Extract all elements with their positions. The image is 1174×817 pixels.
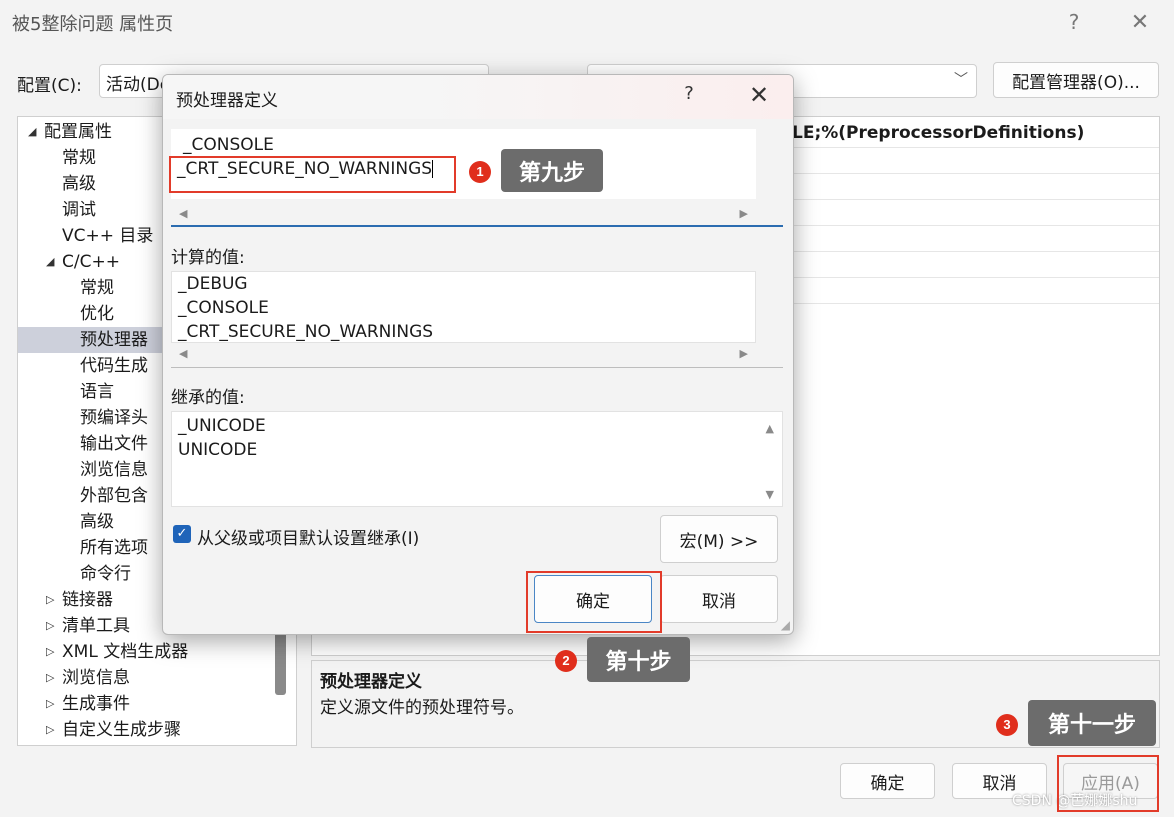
tree-item[interactable]: ▷ 浏览信息	[18, 665, 280, 691]
chevron-down-icon: ﹀	[954, 72, 968, 88]
collapsed-arrow-icon[interactable]: ▷	[46, 665, 54, 691]
inherited-values-box[interactable]: _UNICODE UNICODE ▲ ▼	[171, 411, 783, 507]
tree-item-label: 预处理器	[80, 330, 148, 350]
tree-item[interactable]: ▷ 自定义生成步骤	[18, 717, 280, 743]
dialog-close-button[interactable]: ✕	[745, 81, 773, 109]
inherited-values-label: 继承的值:	[171, 388, 245, 408]
scroll-left-icon[interactable]: ◀	[179, 347, 187, 360]
annotation-highlight-step-11	[1057, 755, 1159, 812]
collapsed-arrow-icon[interactable]: ▷	[46, 587, 54, 613]
configuration-label: 配置(C):	[17, 76, 82, 96]
annotation-badge: 3	[996, 714, 1018, 736]
computed-horizontal-scrollbar[interactable]: ◀ ▶	[171, 343, 756, 365]
ok-button[interactable]: 确定	[840, 763, 935, 799]
tree-item-label: 代码生成	[80, 356, 148, 376]
tree-item-label: 自定义生成步骤	[62, 720, 181, 740]
tree-item-label: 高级	[62, 174, 96, 194]
resize-grip-icon[interactable]: ◢	[781, 618, 790, 632]
tree-item-label: 外部包含	[80, 486, 148, 506]
inherited-line: _UNICODE	[178, 416, 266, 436]
tree-item-label: 输出文件	[80, 434, 148, 454]
window-help-button[interactable]: ?	[1054, 6, 1094, 38]
tree-item-label: 语言	[80, 382, 114, 402]
tree-item-label: 配置属性	[44, 122, 112, 142]
tree-item-label: C/C++	[62, 252, 120, 272]
tree-item-label: 优化	[80, 304, 114, 324]
collapsed-arrow-icon[interactable]: ▷	[46, 613, 54, 639]
tree-item-label: 常规	[62, 148, 96, 168]
computed-line: _CONSOLE	[178, 298, 269, 318]
annotation-badge: 1	[469, 161, 491, 183]
tree-item-label: 浏览信息	[80, 460, 148, 480]
annotation-callout: 第十步	[587, 637, 690, 682]
inherit-checkbox[interactable]: ✓	[173, 525, 191, 543]
dialog-help-button[interactable]: ?	[677, 83, 701, 104]
inherit-checkbox-label[interactable]: 从父级或项目默认设置继承(I)	[197, 524, 419, 549]
computed-line: _DEBUG	[178, 274, 248, 294]
edit-horizontal-scrollbar[interactable]: ◀ ▶	[171, 203, 756, 225]
inherited-line: UNICODE	[178, 440, 258, 460]
tree-item-label: 常规	[80, 278, 114, 298]
expanded-arrow-icon[interactable]: ◢	[28, 119, 36, 145]
tree-item[interactable]: ▷ XML 文档生成器	[18, 639, 280, 665]
expanded-arrow-icon[interactable]: ◢	[46, 249, 54, 275]
scroll-up-icon[interactable]: ▲	[766, 422, 774, 435]
tree-item-label: 预编译头	[80, 408, 148, 428]
scroll-down-icon[interactable]: ▼	[766, 488, 774, 501]
computed-values-box[interactable]: _DEBUG _CONSOLE _CRT_SECURE_NO_WARNINGS	[171, 271, 756, 343]
tree-item-label: VC++ 目录	[62, 226, 154, 246]
tree-item-label: 所有选项	[80, 538, 148, 558]
description-text: 定义源文件的预处理符号。	[320, 698, 524, 718]
tree-item-label: 链接器	[62, 590, 113, 610]
tree-item-label: 高级	[80, 512, 114, 532]
scroll-right-icon[interactable]: ▶	[740, 347, 748, 360]
annotation-callout: 第十一步	[1028, 700, 1156, 746]
annotation-callout: 第九步	[501, 149, 603, 192]
scroll-left-icon[interactable]: ◀	[179, 207, 187, 220]
configuration-manager-button[interactable]: 配置管理器(O)...	[993, 62, 1159, 98]
annotation-badge: 2	[555, 650, 577, 672]
edit-focus-underline	[171, 225, 783, 227]
computed-values-label: 计算的值:	[171, 248, 245, 268]
tree-item-label: 清单工具	[62, 616, 130, 636]
window-title: 被5整除问题 属性页	[12, 14, 174, 35]
window-close-button[interactable]: ✕	[1120, 6, 1160, 38]
scroll-right-icon[interactable]: ▶	[740, 207, 748, 220]
tree-item-label: 调试	[62, 200, 96, 220]
definition-line[interactable]: _CONSOLE	[183, 135, 274, 155]
collapsed-arrow-icon[interactable]: ▷	[46, 639, 54, 665]
annotation-highlight-step-10	[526, 571, 662, 633]
macro-button[interactable]: 宏(M) >>	[660, 515, 778, 563]
dialog-titlebar: 预处理器定义 ? ✕	[163, 75, 793, 119]
tree-item[interactable]: ▷ 生成事件	[18, 691, 280, 717]
tree-item-label: XML 文档生成器	[62, 642, 189, 662]
dialog-cancel-button[interactable]: 取消	[660, 575, 778, 623]
computed-divider	[171, 367, 783, 368]
computed-line: _CRT_SECURE_NO_WARNINGS	[178, 322, 434, 342]
tree-item-label: 生成事件	[62, 694, 130, 714]
description-title: 预处理器定义	[320, 672, 422, 692]
collapsed-arrow-icon[interactable]: ▷	[46, 691, 54, 717]
collapsed-arrow-icon[interactable]: ▷	[46, 717, 54, 743]
tree-item-label: 命令行	[80, 564, 131, 584]
dialog-title: 预处理器定义	[176, 91, 278, 111]
tree-item-label: 浏览信息	[62, 668, 130, 688]
annotation-highlight-step-9	[169, 156, 456, 193]
preprocessor-definitions-value[interactable]: LE;%(PreprocessorDefinitions)	[792, 123, 1084, 143]
